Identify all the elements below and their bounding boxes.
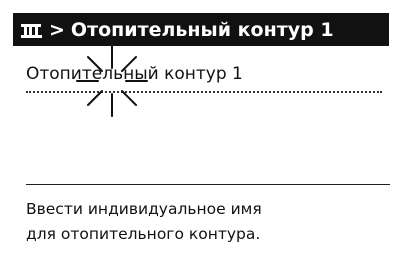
help-text: Ввести индивидуальное имя для отопительн… <box>26 197 386 247</box>
help-line-1: Ввести индивидуальное имя <box>26 200 262 218</box>
divider <box>26 184 390 185</box>
help-line-2: для отопительного контура. <box>26 225 261 243</box>
menu-root-icon[interactable] <box>19 13 47 46</box>
page-title: Отопительный контур 1 <box>70 18 334 41</box>
title-bar: > Отопительный контур 1 <box>13 13 389 46</box>
cursor-sparkle-icon <box>72 40 152 122</box>
breadcrumb-separator: > <box>49 18 65 41</box>
device-screen: > Отопительный контур 1 Отопительный кон… <box>0 0 404 257</box>
